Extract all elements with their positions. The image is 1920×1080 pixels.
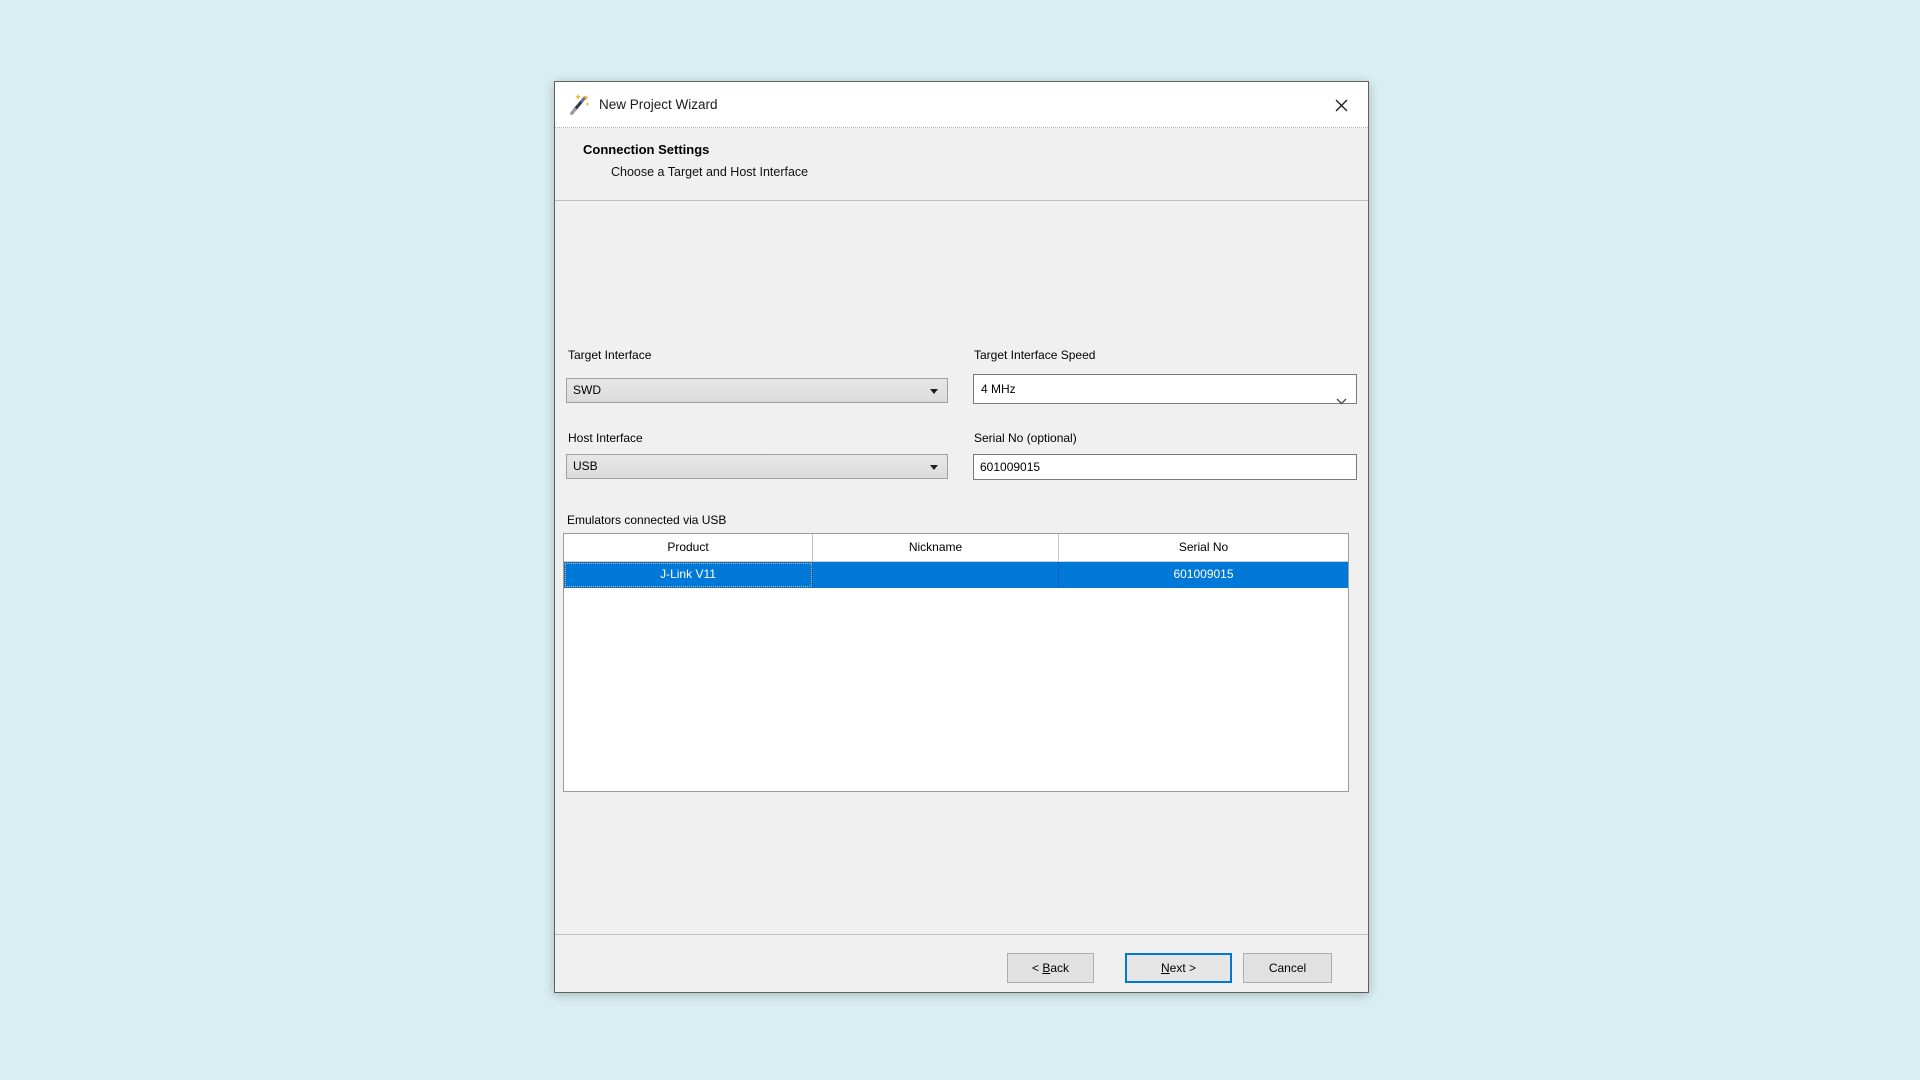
- page-subtitle: Choose a Target and Host Interface: [611, 165, 808, 179]
- serial-no-label: Serial No (optional): [974, 431, 1077, 445]
- emulators-table[interactable]: Product Nickname Serial No J-Link V11 60…: [563, 533, 1349, 792]
- table-row[interactable]: J-Link V11 601009015: [564, 562, 1348, 588]
- wand-icon: [567, 92, 591, 116]
- target-interface-speed-combobox[interactable]: 4 MHz: [973, 374, 1357, 404]
- column-header-serial-no[interactable]: Serial No: [1059, 534, 1348, 561]
- host-interface-dropdown[interactable]: USB: [566, 454, 948, 479]
- serial-no-input[interactable]: 601009015: [973, 454, 1357, 480]
- host-interface-value: USB: [573, 459, 598, 473]
- target-interface-speed-label: Target Interface Speed: [974, 348, 1095, 362]
- emulators-list-label: Emulators connected via USB: [567, 513, 726, 527]
- dropdown-arrow-icon: [930, 465, 938, 470]
- column-header-product[interactable]: Product: [564, 534, 813, 561]
- emulators-table-header: Product Nickname Serial No: [564, 534, 1348, 562]
- connection-settings-page: Target Interface SWD Target Interface Sp…: [555, 202, 1368, 932]
- desktop-background: New Project Wizard Connection Settings C…: [0, 0, 1920, 1080]
- new-project-wizard-dialog: New Project Wizard Connection Settings C…: [554, 81, 1369, 993]
- window-title: New Project Wizard: [599, 82, 718, 128]
- target-interface-dropdown[interactable]: SWD: [566, 378, 948, 403]
- page-title: Connection Settings: [583, 142, 709, 157]
- dropdown-arrow-icon: [930, 389, 938, 394]
- host-interface-label: Host Interface: [568, 431, 643, 445]
- cancel-button[interactable]: Cancel: [1243, 953, 1332, 983]
- wizard-header: Connection Settings Choose a Target and …: [555, 129, 1368, 201]
- row-product-cell[interactable]: J-Link V11: [564, 562, 813, 588]
- close-button[interactable]: [1326, 90, 1356, 120]
- title-bar[interactable]: New Project Wizard: [555, 82, 1368, 128]
- chevron-down-icon: [1336, 387, 1347, 415]
- serial-no-value: 601009015: [980, 460, 1040, 474]
- target-interface-value: SWD: [573, 383, 601, 397]
- target-interface-speed-value: 4 MHz: [981, 382, 1016, 396]
- back-button[interactable]: < Back: [1007, 953, 1094, 983]
- row-serial-cell[interactable]: 601009015: [1059, 562, 1348, 588]
- close-icon: [1334, 98, 1349, 113]
- footer-separator: [555, 934, 1368, 935]
- next-button[interactable]: Next >: [1125, 953, 1232, 983]
- column-header-nickname[interactable]: Nickname: [813, 534, 1059, 561]
- target-interface-label: Target Interface: [568, 348, 651, 362]
- row-nickname-cell[interactable]: [813, 562, 1059, 588]
